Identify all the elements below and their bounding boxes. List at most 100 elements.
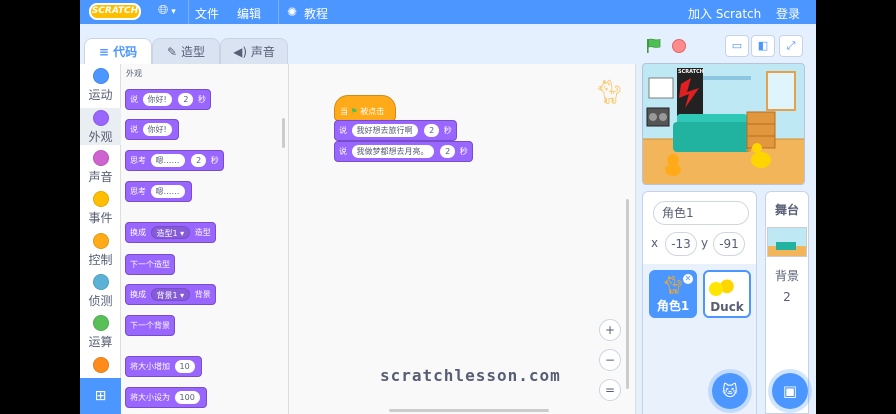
block-say-for-secs[interactable]: 说 你好! 2 秒 bbox=[125, 89, 211, 110]
small-stage-button[interactable]: ▭ bbox=[725, 35, 749, 57]
block-text: 换成 bbox=[130, 290, 146, 299]
join-scratch-link[interactable]: 加入 Scratch bbox=[688, 5, 761, 22]
block-text: 造型 bbox=[194, 228, 211, 237]
block-text: 说 bbox=[130, 125, 138, 134]
category-variables[interactable] bbox=[80, 357, 121, 375]
menu-divider bbox=[278, 0, 279, 24]
menu-file[interactable]: 文件 bbox=[195, 5, 219, 22]
menu-tutorials[interactable]: 教程 bbox=[304, 5, 328, 22]
block-input[interactable]: 嗯…… bbox=[150, 154, 185, 167]
block-text: 秒 bbox=[443, 126, 452, 135]
brush-icon: ✎ bbox=[167, 45, 178, 59]
category-motion[interactable]: 运动 bbox=[80, 68, 121, 103]
block-think[interactable]: 思考 嗯…… bbox=[125, 181, 192, 202]
block-input[interactable]: 2 bbox=[424, 124, 440, 137]
block-text: 当 bbox=[340, 107, 348, 116]
block-next-backdrop[interactable]: 下一个背景 bbox=[125, 315, 175, 336]
tab-costumes-label: 造型 bbox=[180, 45, 205, 59]
close-icon[interactable]: ✕ bbox=[683, 274, 693, 284]
scratch-editor: SCRATCH 🌐︎ ▾ 文件 编辑 ✺ 教程 加入 Scratch 登录 ≡ … bbox=[80, 0, 816, 414]
block-text: 将大小增加 bbox=[130, 362, 170, 371]
stage-canvas[interactable]: SCRATCH bbox=[642, 63, 805, 185]
block-input[interactable]: 100 bbox=[174, 391, 200, 404]
block-when-flag-clicked[interactable]: 当 ⚑ 被点击 bbox=[334, 95, 396, 121]
category-sound[interactable]: 声音 bbox=[80, 150, 121, 185]
block-say-for-secs[interactable]: 说 我做梦都想去月亮。 2 秒 bbox=[334, 141, 473, 162]
add-backdrop-icon[interactable]: ▣ bbox=[772, 373, 808, 409]
block-input[interactable]: 你好! bbox=[142, 93, 172, 106]
category-menu: 运动 外观 声音 事件 控制 侦测 运算 bbox=[80, 64, 121, 384]
block-switch-backdrop[interactable]: 换成 背景1 ▾ 背景 bbox=[125, 284, 216, 305]
workspace-vscrollbar[interactable] bbox=[626, 199, 629, 389]
code-workspace[interactable]: 当 ⚑ 被点击 说 我好想去旅行啊 2 秒 说 我做梦都想去月亮。 2 秒 🐈︎… bbox=[289, 64, 636, 414]
block-next-costume[interactable]: 下一个造型 bbox=[125, 254, 175, 275]
category-operators[interactable]: 运算 bbox=[80, 315, 121, 350]
workspace-hscrollbar[interactable] bbox=[389, 409, 549, 412]
block-text: 下一个背景 bbox=[130, 321, 170, 330]
fullscreen-button[interactable]: ⤢ bbox=[779, 35, 803, 57]
block-text: 秒 bbox=[197, 95, 206, 104]
large-stage-button[interactable]: ◧ bbox=[751, 35, 775, 57]
sprite-thumb-cat[interactable]: 🐈︎ ✕ 角色1 bbox=[649, 270, 697, 318]
category-dot bbox=[92, 191, 109, 207]
tab-sounds[interactable]: ◀︎) 声音 bbox=[220, 38, 288, 64]
zoom-in-button[interactable]: + bbox=[599, 319, 621, 341]
block-dropdown[interactable]: 造型1 ▾ bbox=[150, 226, 191, 239]
category-label: 事件 bbox=[88, 211, 113, 225]
block-input[interactable]: 2 bbox=[191, 154, 207, 167]
stop-icon[interactable] bbox=[672, 39, 686, 53]
palette-scrollbar[interactable] bbox=[282, 118, 285, 148]
scratch-logo[interactable]: SCRATCH bbox=[89, 3, 141, 20]
block-say-for-secs[interactable]: 说 我好想去旅行啊 2 秒 bbox=[334, 120, 457, 141]
block-input[interactable]: 我好想去旅行啊 bbox=[351, 124, 418, 137]
block-input[interactable]: 你好! bbox=[142, 123, 172, 136]
green-flag-icon[interactable] bbox=[645, 38, 663, 54]
zoom-out-button[interactable]: − bbox=[599, 349, 621, 371]
menu-edit[interactable]: 编辑 bbox=[237, 5, 261, 22]
tab-costumes[interactable]: ✎ 造型 bbox=[152, 38, 220, 64]
menu-divider bbox=[188, 0, 189, 24]
bedroom-backdrop bbox=[643, 64, 804, 184]
block-input[interactable]: 嗯…… bbox=[150, 185, 185, 198]
category-dot bbox=[92, 110, 109, 126]
block-palette: 外观 说 你好! 2 秒 说 你好! 思考 嗯…… 2 秒 思考 嗯…… 换成 … bbox=[121, 64, 289, 414]
block-switch-costume[interactable]: 换成 造型1 ▾ 造型 bbox=[125, 222, 216, 243]
block-set-size[interactable]: 将大小设为 100 bbox=[125, 387, 207, 408]
category-dot bbox=[92, 233, 109, 249]
category-sensing[interactable]: 侦测 bbox=[80, 274, 121, 309]
block-think-for-secs[interactable]: 思考 嗯…… 2 秒 bbox=[125, 150, 224, 171]
add-sprite-icon[interactable]: 🐱︎ bbox=[712, 373, 748, 409]
block-input[interactable]: 2 bbox=[178, 93, 194, 106]
bulb-icon: ✺ bbox=[287, 5, 298, 19]
block-input[interactable]: 2 bbox=[440, 145, 456, 158]
block-text: 被点击 bbox=[360, 107, 385, 116]
block-dropdown[interactable]: 背景1 ▾ bbox=[150, 288, 191, 301]
category-label: 运算 bbox=[88, 335, 113, 349]
category-label: 控制 bbox=[88, 253, 113, 267]
stage-sign-text: SCRATCH bbox=[678, 69, 704, 75]
category-dot bbox=[92, 357, 109, 373]
y-position-field[interactable]: -91 bbox=[713, 232, 745, 256]
block-input[interactable]: 10 bbox=[174, 360, 195, 373]
zoom-reset-button[interactable]: = bbox=[599, 379, 621, 401]
sprite-thumb-duck[interactable]: ● Duck bbox=[703, 270, 751, 318]
category-looks[interactable]: 外观 bbox=[80, 108, 121, 145]
green-flag-icon: ⚑ bbox=[350, 107, 358, 116]
cat-sprite-icon: 🐈︎ bbox=[661, 275, 685, 296]
block-say[interactable]: 说 你好! bbox=[125, 119, 179, 140]
menu-bar: SCRATCH 🌐︎ ▾ 文件 编辑 ✺ 教程 加入 Scratch 登录 bbox=[80, 0, 816, 24]
category-events[interactable]: 事件 bbox=[80, 191, 121, 226]
tab-code[interactable]: ≡ 代码 bbox=[84, 38, 152, 64]
block-change-size[interactable]: 将大小增加 10 bbox=[125, 356, 202, 377]
category-label: 声音 bbox=[88, 170, 113, 184]
category-dot bbox=[92, 150, 109, 166]
globe-icon[interactable]: 🌐︎ ▾ bbox=[158, 3, 176, 18]
block-input[interactable]: 我做梦都想去月亮。 bbox=[351, 145, 434, 158]
y-label: y bbox=[701, 236, 709, 250]
sprite-name-field[interactable]: 角色1 bbox=[653, 201, 749, 225]
login-link[interactable]: 登录 bbox=[776, 5, 800, 22]
block-text: 说 bbox=[339, 126, 347, 135]
extension-icon[interactable]: ⊞ bbox=[80, 378, 121, 414]
category-control[interactable]: 控制 bbox=[80, 233, 121, 268]
x-position-field[interactable]: -13 bbox=[665, 232, 697, 256]
